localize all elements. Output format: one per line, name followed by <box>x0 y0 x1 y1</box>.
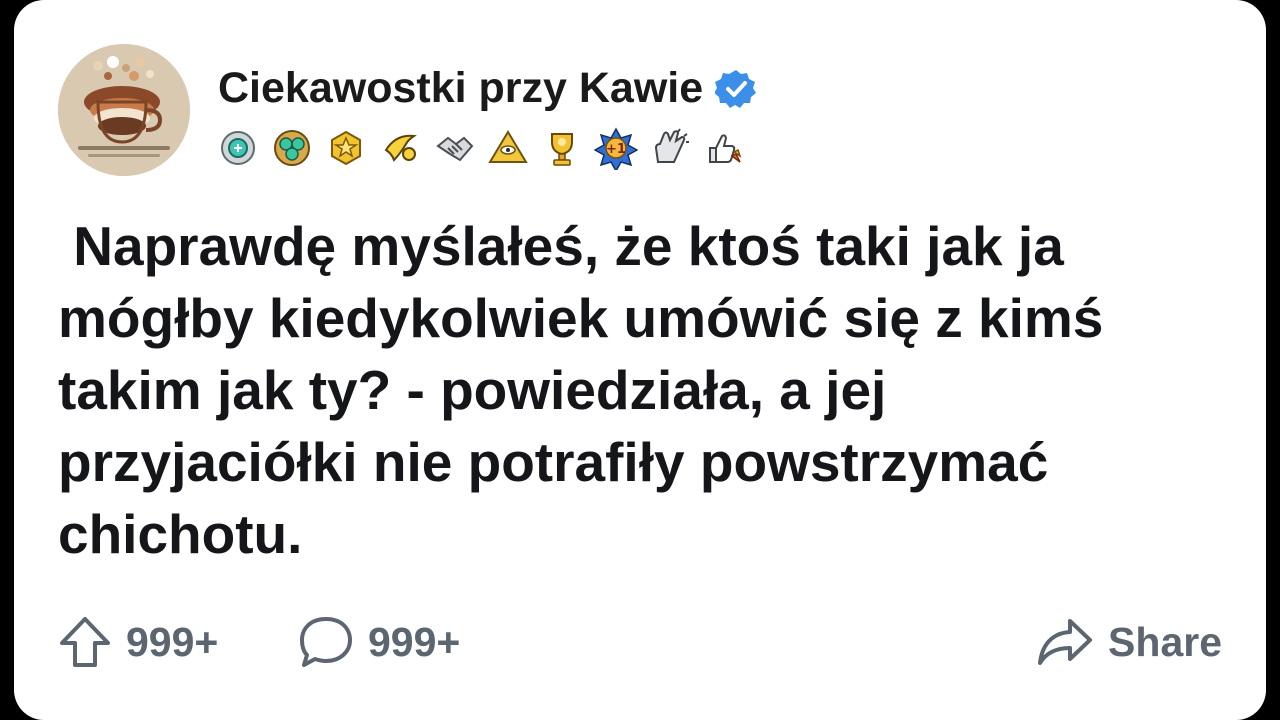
upvote-arrow-icon <box>60 617 110 667</box>
banana-badge-icon <box>384 134 417 162</box>
plus-one-badge-icon: +1 <box>594 127 638 170</box>
post-card: Ciekawostki przy Kawie +1 Naprawdę myśla… <box>14 0 1266 720</box>
gold-star-badge-icon <box>331 130 361 166</box>
gem-cluster-badge-icon <box>274 130 310 166</box>
comments-button[interactable]: 999+ <box>298 610 460 674</box>
pyramid-eye-badge-icon <box>488 130 528 163</box>
upvote-count: 999+ <box>126 618 219 665</box>
share-arrow-icon <box>1038 619 1093 665</box>
trophy-badge-icon <box>551 133 573 166</box>
clapping-hands-badge-icon <box>654 128 689 163</box>
action-bar: 999+ 999+ Share <box>58 610 1222 674</box>
share-label: Share <box>1108 618 1222 665</box>
badge-row: +1 <box>216 126 746 170</box>
handshake-badge-icon <box>436 136 474 162</box>
author-name-row: Ciekawostki przy Kawie <box>218 64 757 113</box>
avatar[interactable] <box>58 44 190 176</box>
verified-check-icon <box>715 69 757 108</box>
shield-badge-icon <box>221 131 255 165</box>
author-name[interactable]: Ciekawostki przy Kawie <box>218 64 703 113</box>
comment-bubble-icon <box>300 617 352 667</box>
svg-text:+1: +1 <box>606 142 626 157</box>
comment-count: 999+ <box>368 618 461 665</box>
post-body: Naprawdę myślałeś, że ktoś taki jak ja m… <box>58 215 1104 565</box>
thumbs-up-rocket-badge-icon <box>709 134 742 163</box>
share-button[interactable]: Share <box>1036 610 1222 674</box>
upvote-button[interactable]: 999+ <box>58 610 218 674</box>
coffee-cup-avatar-icon <box>58 44 190 176</box>
